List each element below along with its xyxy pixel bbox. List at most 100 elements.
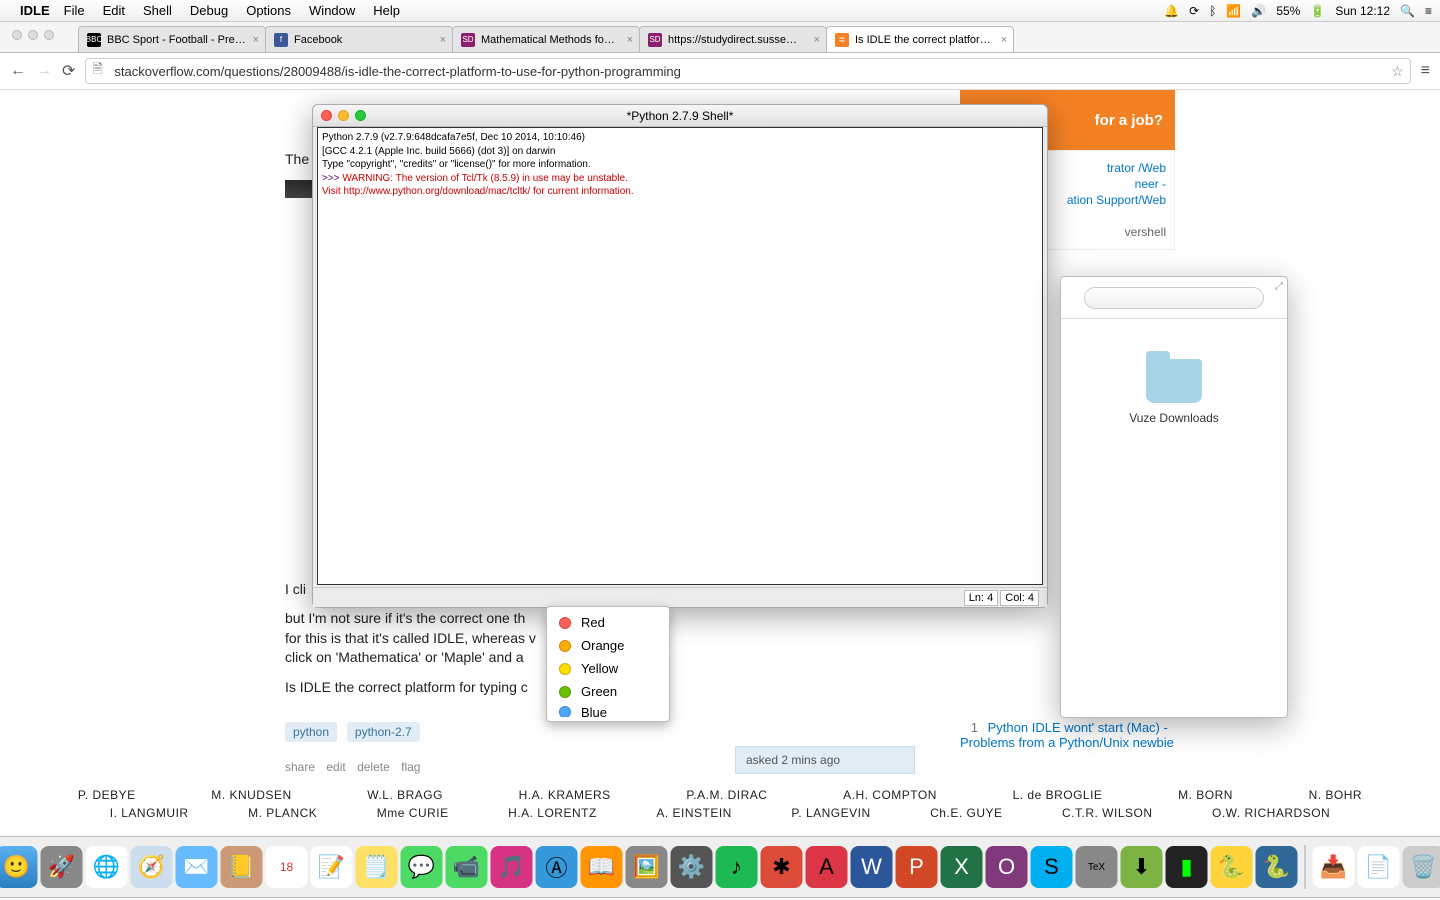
ibooks-icon[interactable]: 📖 <box>581 846 623 888</box>
contacts-icon[interactable]: 📒 <box>221 846 263 888</box>
menu-file[interactable]: File <box>64 3 85 18</box>
documents-icon[interactable]: 📄 <box>1358 846 1400 888</box>
facetime-icon[interactable]: 📹 <box>446 846 488 888</box>
volume-icon[interactable]: 🔊 <box>1251 4 1266 18</box>
tab-studydirect-2[interactable]: SDhttps://studydirect.susse…× <box>639 26 827 52</box>
related-link[interactable]: Python IDLE wont' start (Mac) - Problems… <box>960 720 1174 750</box>
tab-studydirect-1[interactable]: SDMathematical Methods fo…× <box>452 26 640 52</box>
trash-icon[interactable]: 🗑️ <box>1403 846 1440 888</box>
battery-percent[interactable]: 55% <box>1276 4 1300 18</box>
flag-link[interactable]: flag <box>401 760 420 774</box>
tag-list: python python-2.7 <box>285 722 925 742</box>
idle-title: *Python 2.7.9 Shell* <box>627 109 734 123</box>
close-button[interactable] <box>12 30 22 40</box>
page-icon: 🗎 <box>92 60 102 82</box>
idle-shell-window: *Python 2.7.9 Shell* Python 2.7.9 (v2.7.… <box>312 104 1048 608</box>
tab-bbc[interactable]: BBCBBC Sport - Football - Pre…× <box>78 26 266 52</box>
delete-link[interactable]: delete <box>357 760 390 774</box>
tag-python27[interactable]: python-2.7 <box>347 722 420 742</box>
spotify-icon[interactable]: ♪ <box>716 846 758 888</box>
mail-icon[interactable]: ✉️ <box>176 846 218 888</box>
bluetooth-icon[interactable]: ᛒ <box>1209 4 1216 18</box>
mathematica-icon[interactable]: ✱ <box>761 846 803 888</box>
menu-debug[interactable]: Debug <box>190 3 228 18</box>
wifi-icon[interactable]: 📶 <box>1226 4 1241 18</box>
edit-link[interactable]: edit <box>326 760 345 774</box>
downloads-icon[interactable]: 📥 <box>1313 846 1355 888</box>
notes-icon[interactable]: 🗒️ <box>356 846 398 888</box>
terminal-icon[interactable]: ▮ <box>1166 846 1208 888</box>
calendar-icon[interactable]: 18 <box>266 846 308 888</box>
close-button[interactable] <box>321 110 332 121</box>
clock[interactable]: Sun 12:12 <box>1335 4 1390 18</box>
appstore-icon[interactable]: Ⓐ <box>536 846 578 888</box>
idle-statusbar: Ln: 4Col: 4 <box>313 587 1047 607</box>
color-green[interactable]: Green <box>547 680 669 703</box>
bookmark-icon[interactable]: ☆ <box>1391 63 1404 80</box>
idle-titlebar[interactable]: *Python 2.7.9 Shell* <box>313 105 1047 127</box>
close-tab-icon[interactable]: × <box>814 34 820 46</box>
color-blue[interactable]: Blue <box>547 703 669 717</box>
tab-label: Facebook <box>294 34 342 46</box>
url-text: stackoverflow.com/questions/28009488/is-… <box>114 64 680 79</box>
minimize-button[interactable] <box>28 30 38 40</box>
itunes-icon[interactable]: 🎵 <box>491 846 533 888</box>
idle-icon[interactable]: 🐍 <box>1211 846 1253 888</box>
share-link[interactable]: share <box>285 760 315 774</box>
word-icon[interactable]: W <box>851 846 893 888</box>
preferences-icon[interactable]: ⚙️ <box>671 846 713 888</box>
battery-icon[interactable]: 🔋 <box>1310 4 1325 18</box>
menu-help[interactable]: Help <box>373 3 400 18</box>
vuze-icon[interactable]: ⬇ <box>1121 846 1163 888</box>
menu-window[interactable]: Window <box>309 3 355 18</box>
preview-icon[interactable]: 🖼️ <box>626 846 668 888</box>
zoom-button[interactable] <box>355 110 366 121</box>
onenote-icon[interactable]: O <box>986 846 1028 888</box>
idle-shell-content[interactable]: Python 2.7.9 (v2.7.9:648dcafa7e5f, Dec 1… <box>317 127 1043 585</box>
close-tab-icon[interactable]: × <box>440 34 446 46</box>
spotlight-icon[interactable]: 🔍 <box>1400 4 1415 18</box>
back-button[interactable]: ← <box>10 62 26 80</box>
finder-window: ⤢ Vuze Downloads <box>1060 276 1288 718</box>
messages-icon[interactable]: 💬 <box>401 846 443 888</box>
tab-strip: BBCBBC Sport - Football - Pre…× fFaceboo… <box>78 26 1420 52</box>
acrobat-icon[interactable]: A <box>806 846 848 888</box>
close-tab-icon[interactable]: × <box>253 34 259 46</box>
fullscreen-icon[interactable]: ⤢ <box>1275 281 1283 292</box>
names-row-2: I. LANGMUIRM. PLANCKMme CURIEH.A. LORENT… <box>0 806 1440 820</box>
menu-shell[interactable]: Shell <box>143 3 172 18</box>
color-yellow[interactable]: Yellow <box>547 657 669 680</box>
forward-button[interactable]: → <box>36 62 52 80</box>
finder-search[interactable] <box>1084 287 1264 309</box>
color-red[interactable]: Red <box>547 611 669 634</box>
chrome-icon[interactable]: 🌐 <box>86 846 128 888</box>
powerpoint-icon[interactable]: P <box>896 846 938 888</box>
zoom-button[interactable] <box>44 30 54 40</box>
notification-icon[interactable]: 🔔 <box>1164 4 1179 18</box>
finder-icon[interactable]: 🙂 <box>0 846 38 888</box>
skype-icon[interactable]: S <box>1031 846 1073 888</box>
menu-extra-icon[interactable]: ≡ <box>1425 4 1432 18</box>
python-icon[interactable]: 🐍 <box>1256 846 1298 888</box>
menu-edit[interactable]: Edit <box>103 3 125 18</box>
tab-stackoverflow[interactable]: ≣Is IDLE the correct platfor…× <box>826 26 1014 52</box>
menu-options[interactable]: Options <box>246 3 291 18</box>
url-bar[interactable]: 🗎 stackoverflow.com/questions/28009488/i… <box>85 58 1410 84</box>
texshop-icon[interactable]: TeX <box>1076 846 1118 888</box>
launchpad-icon[interactable]: 🚀 <box>41 846 83 888</box>
menu-button[interactable]: ≡ <box>1421 62 1430 80</box>
tag-python[interactable]: python <box>285 722 337 742</box>
minimize-button[interactable] <box>338 110 349 121</box>
app-name[interactable]: IDLE <box>20 3 50 18</box>
close-tab-icon[interactable]: × <box>627 34 633 46</box>
safari-icon[interactable]: 🧭 <box>131 846 173 888</box>
tab-facebook[interactable]: fFacebook× <box>265 26 453 52</box>
reload-button[interactable]: ⟳ <box>62 61 75 81</box>
excel-icon[interactable]: X <box>941 846 983 888</box>
folder-icon[interactable] <box>1146 359 1202 403</box>
reminders-icon[interactable]: 📝 <box>311 846 353 888</box>
sync-icon[interactable]: ⟳ <box>1189 4 1199 18</box>
color-orange[interactable]: Orange <box>547 634 669 657</box>
col-indicator: Col: 4 <box>1000 590 1039 606</box>
close-tab-icon[interactable]: × <box>1001 34 1007 46</box>
